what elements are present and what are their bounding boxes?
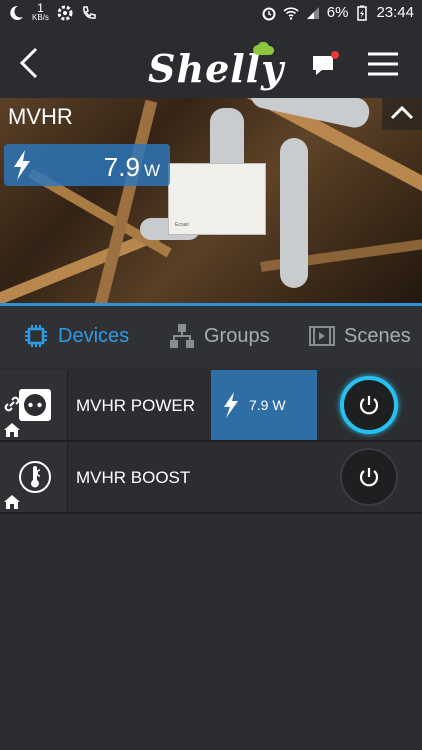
app-header: Shelly: [0, 28, 422, 98]
menu-icon[interactable]: [366, 50, 400, 78]
tab-bar: Devices Groups Scenes: [0, 306, 422, 368]
attic-beam: [94, 99, 158, 306]
settings-icon: [57, 5, 73, 21]
device-icon-cell: [0, 370, 68, 440]
collapse-button[interactable]: [382, 98, 422, 130]
room-banner: Ecoair MVHR 7.9 W: [0, 98, 422, 306]
lightning-icon: [14, 150, 30, 180]
lightning-icon: [224, 392, 238, 418]
status-bar: 1 KB/s 6% 23:44: [0, 0, 422, 28]
device-row[interactable]: MVHR BOOST: [0, 442, 422, 514]
mvhr-unit-photo: Ecoair: [168, 163, 266, 235]
duct: [280, 138, 308, 288]
plug-icon: [19, 389, 51, 421]
cloud-icon: [253, 41, 275, 55]
phone-call-icon: [83, 6, 96, 19]
back-icon[interactable]: [14, 46, 44, 80]
power-toggle-button[interactable]: [340, 376, 398, 434]
room-power-badge: 7.9 W: [4, 144, 170, 186]
wifi-icon: [283, 6, 299, 20]
power-toggle-button[interactable]: [340, 448, 398, 506]
chip-icon: [25, 325, 47, 347]
room-title: MVHR: [8, 104, 73, 129]
battery-charging-icon: [357, 5, 368, 21]
clock: 23:44: [376, 4, 414, 21]
battery-percent: 6%: [326, 4, 349, 21]
link-icon: [4, 396, 20, 412]
tab-groups[interactable]: Groups: [168, 320, 270, 352]
notifications-icon[interactable]: [310, 50, 340, 78]
home-icon: [4, 423, 20, 437]
tab-devices[interactable]: Devices: [22, 320, 129, 352]
power-icon: [359, 468, 379, 487]
film-icon: [309, 326, 335, 346]
signal-icon: [306, 6, 319, 19]
device-row[interactable]: MVHR POWER 7.9 W: [0, 370, 422, 442]
network-speed: 1 KB/s: [32, 1, 49, 22]
device-name: MVHR BOOST: [76, 468, 191, 487]
power-icon: [359, 396, 379, 415]
alarm-icon: [262, 7, 276, 20]
tab-scenes[interactable]: Scenes: [308, 320, 411, 352]
groups-icon: [170, 324, 194, 348]
moon-icon: [10, 5, 23, 20]
home-icon: [4, 495, 20, 509]
device-power-badge: 7.9 W: [211, 370, 317, 440]
thermometer-icon: [19, 461, 51, 493]
device-icon-cell: [0, 442, 68, 512]
chevron-up-icon: [390, 105, 414, 120]
device-name: MVHR POWER: [76, 396, 195, 415]
room-power-value: 7.9 W: [103, 152, 160, 182]
